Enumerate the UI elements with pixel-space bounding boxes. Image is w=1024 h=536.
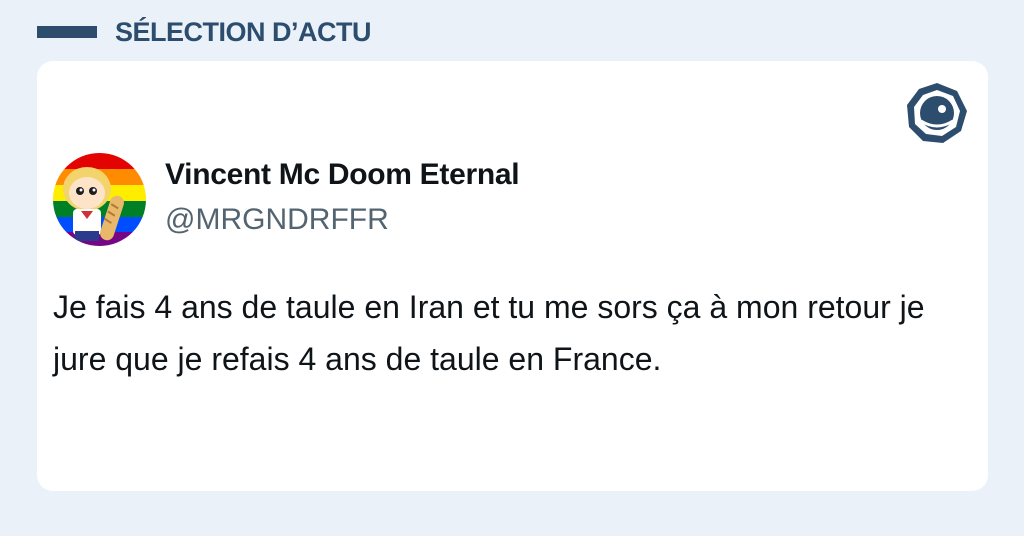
display-name[interactable]: Vincent Mc Doom Eternal (165, 158, 520, 192)
tweet-text: Je fais 4 ans de taule en Iran et tu me … (53, 289, 925, 377)
section-title: SÉLECTION D’ACTU (115, 16, 372, 47)
header-accent-bar (37, 26, 97, 38)
pride-flag-cartoon-avatar-icon (53, 153, 146, 246)
section-header: SÉLECTION D’ACTU (37, 14, 372, 50)
user-handle[interactable]: @MRGNDRFFR (165, 203, 389, 237)
avatar[interactable] (53, 153, 146, 246)
tweet-card: Vincent Mc Doom Eternal @MRGNDRFFR Je fa… (37, 61, 988, 491)
eye-badge-logo-icon (907, 83, 967, 143)
